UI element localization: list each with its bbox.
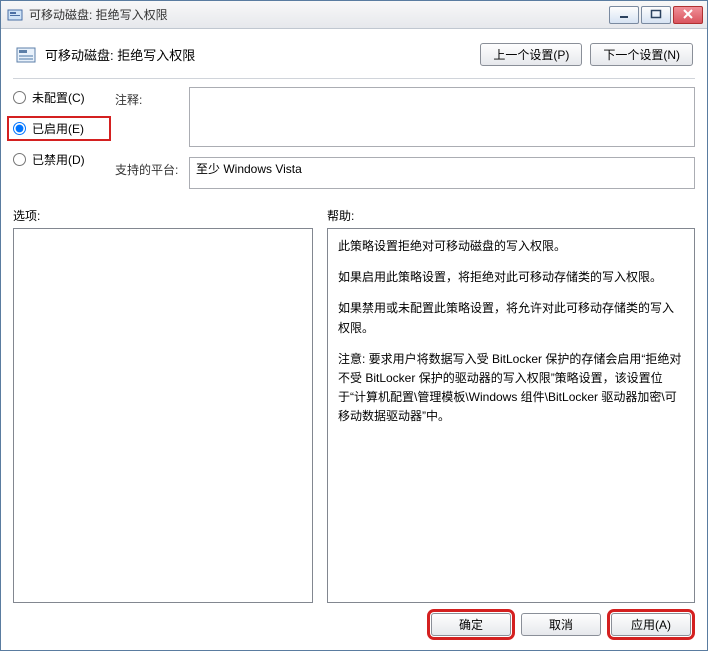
radio-disabled-label: 已禁用(D) xyxy=(32,151,85,168)
apply-button[interactable]: 应用(A) xyxy=(611,613,691,636)
minimize-button[interactable] xyxy=(609,6,639,24)
previous-setting-button[interactable]: 上一个设置(P) xyxy=(480,43,582,66)
comment-input[interactable] xyxy=(189,87,695,147)
ok-button[interactable]: 确定 xyxy=(431,613,511,636)
close-icon xyxy=(682,8,694,22)
options-label: 选项: xyxy=(13,207,313,224)
divider xyxy=(13,78,695,79)
help-paragraph: 注意: 要求用户将数据写入受 BitLocker 保护的存储会启用“拒绝对不受 … xyxy=(338,350,684,427)
radio-not-configured-label: 未配置(C) xyxy=(32,89,85,106)
next-setting-button[interactable]: 下一个设置(N) xyxy=(590,43,693,66)
minimize-icon xyxy=(618,8,630,22)
radio-enabled[interactable]: 已启用(E) xyxy=(7,116,111,141)
radio-enabled-label: 已启用(E) xyxy=(32,120,84,137)
window-title: 可移动磁盘: 拒绝写入权限 xyxy=(29,6,609,23)
supported-platform-value: 至少 Windows Vista xyxy=(196,160,302,177)
radio-enabled-input[interactable] xyxy=(13,122,26,135)
help-paragraph: 如果禁用或未配置此策略设置，将允许对此可移动存储类的写入权限。 xyxy=(338,299,684,337)
options-pane xyxy=(13,228,313,603)
page-title: 可移动磁盘: 拒绝写入权限 xyxy=(45,45,480,64)
help-paragraph: 如果启用此策略设置，将拒绝对此可移动存储类的写入权限。 xyxy=(338,268,684,287)
policy-large-icon xyxy=(15,44,37,66)
group-policy-setting-window: 可移动磁盘: 拒绝写入权限 可移动磁盘: 拒绝写入权限 上一个设置(P) 下一个… xyxy=(0,0,708,651)
radio-disabled[interactable]: 已禁用(D) xyxy=(13,151,105,168)
titlebar: 可移动磁盘: 拒绝写入权限 xyxy=(1,1,707,29)
supported-platform-box: 至少 Windows Vista xyxy=(189,157,695,189)
cancel-button[interactable]: 取消 xyxy=(521,613,601,636)
radio-not-configured[interactable]: 未配置(C) xyxy=(13,89,105,106)
radio-not-configured-input[interactable] xyxy=(13,91,26,104)
comment-label: 注释: xyxy=(115,87,181,108)
window-controls xyxy=(609,6,703,24)
radio-disabled-input[interactable] xyxy=(13,153,26,166)
close-button[interactable] xyxy=(673,6,703,24)
help-label: 帮助: xyxy=(327,207,695,224)
maximize-icon xyxy=(650,8,662,22)
policy-icon xyxy=(7,7,23,23)
platform-label: 支持的平台: xyxy=(115,157,181,178)
maximize-button[interactable] xyxy=(641,6,671,24)
help-pane: 此策略设置拒绝对可移动磁盘的写入权限。 如果启用此策略设置，将拒绝对此可移动存储… xyxy=(327,228,695,603)
help-paragraph: 此策略设置拒绝对可移动磁盘的写入权限。 xyxy=(338,237,684,256)
